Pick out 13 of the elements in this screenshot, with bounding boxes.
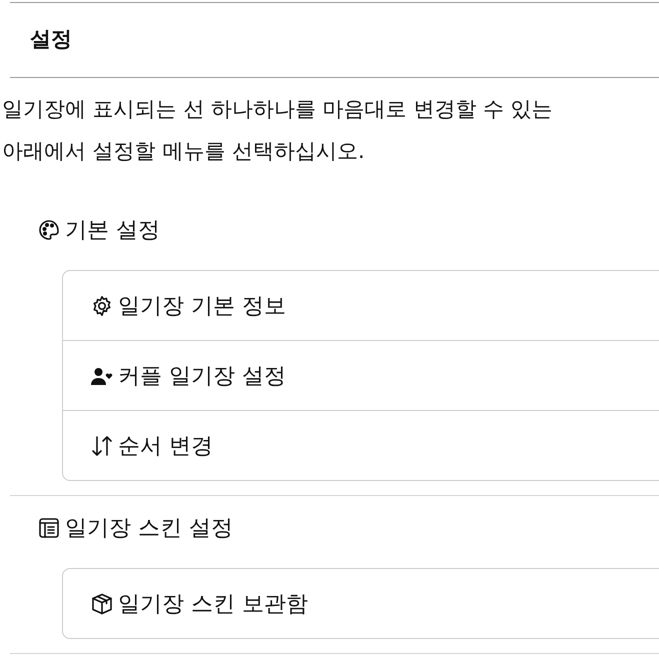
page-title: 설정 (29, 26, 73, 53)
section-heading: 일기장 스킨 설정 (65, 515, 233, 543)
menu-item[interactable]: 일기장 스킨 보관함 (63, 569, 659, 638)
intro-text: 아래에서 설정할 메뉴를 선택하십시오. (2, 138, 366, 165)
palette-icon (37, 218, 61, 242)
sort-arrows-icon (90, 434, 114, 458)
intro-text: 일기장에 표시되는 선 하나하나를 마음대로 변경할 수 있는 (2, 96, 554, 123)
box-icon (90, 592, 114, 616)
menu-item[interactable]: 순서 변경 (63, 410, 659, 480)
menu-item[interactable]: 일기장 기본 정보 (63, 271, 659, 340)
section-heading: 기본 설정 (65, 217, 160, 245)
layout-icon (37, 516, 61, 540)
menu-item[interactable]: 커플 일기장 설정 (63, 340, 659, 410)
